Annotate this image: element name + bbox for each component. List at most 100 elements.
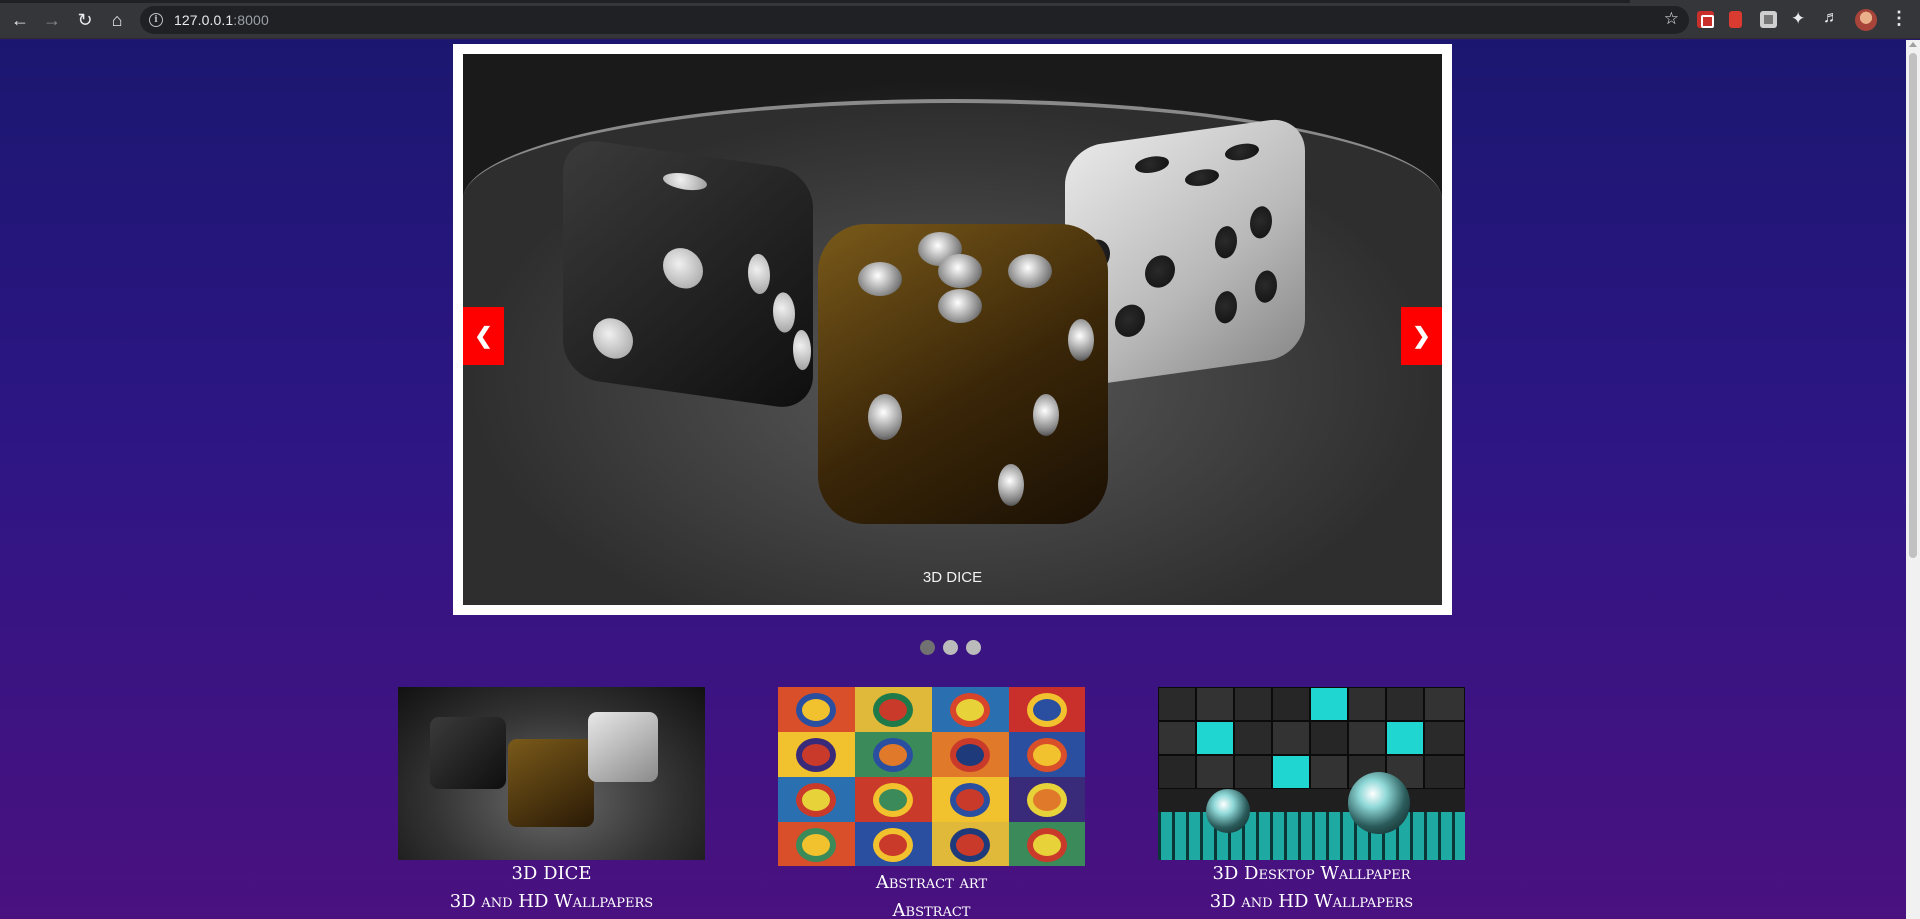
- cube-tile: [1310, 721, 1348, 755]
- tab-strip: [0, 0, 1630, 3]
- gallery-thumbnail-3d-desktop[interactable]: [1158, 687, 1465, 860]
- media-control-icon[interactable]: ♬: [1823, 9, 1840, 26]
- address-bar[interactable]: i 127.0.0.1:8000 ☆: [140, 6, 1689, 34]
- die-pip: [1135, 154, 1169, 176]
- puzzle-icon[interactable]: ✦: [1791, 9, 1808, 28]
- black-die-graphic: [563, 136, 813, 412]
- cube-tile: [1386, 721, 1424, 755]
- gallery-card[interactable]: 3D DICE 3D and HD Wallpapers: [398, 687, 705, 916]
- abstract-cell: [932, 687, 1009, 732]
- forward-arrow-icon[interactable]: →: [40, 8, 64, 32]
- gallery-title[interactable]: 3D DICE: [398, 860, 705, 888]
- gold-die-graphic: [818, 224, 1108, 524]
- gallery-thumbnail-abstract-art[interactable]: [778, 687, 1085, 866]
- abstract-ring: [796, 828, 836, 862]
- cube-tile: [1348, 687, 1386, 721]
- abstract-ring: [873, 693, 913, 727]
- slider-dot-3[interactable]: [966, 640, 981, 655]
- abstract-ring: [796, 783, 836, 817]
- cube-tile: [1310, 755, 1348, 789]
- abstract-ring: [1027, 738, 1067, 772]
- extension-bookmark-icon[interactable]: [1729, 11, 1742, 28]
- abstract-cell: [855, 687, 932, 732]
- abstract-cell: [1009, 687, 1085, 732]
- gallery-category[interactable]: Abstract: [778, 897, 1085, 919]
- gallery-thumbnail-3d-dice[interactable]: [398, 687, 705, 860]
- slider-next-button[interactable]: ❯: [1401, 307, 1442, 365]
- kebab-menu-icon[interactable]: ⋮: [1890, 8, 1908, 29]
- abstract-ring: [873, 828, 913, 862]
- cube-tile: [1386, 687, 1424, 721]
- abstract-cell: [1009, 732, 1085, 777]
- abstract-ring: [1027, 828, 1067, 862]
- extension-gray-icon[interactable]: [1760, 11, 1777, 28]
- die-pip: [748, 252, 770, 296]
- die-pip: [1033, 394, 1059, 436]
- home-icon[interactable]: ⌂: [105, 8, 129, 32]
- abstract-cell: [932, 732, 1009, 777]
- cyan-grid-floor: [1158, 812, 1465, 860]
- die-pip: [793, 328, 811, 372]
- cube-tile: [1424, 755, 1465, 789]
- die-pip: [1225, 141, 1259, 163]
- abstract-cell: [778, 822, 855, 866]
- cube-tile: [1272, 721, 1310, 755]
- bookmark-star-icon[interactable]: ☆: [1664, 9, 1679, 29]
- image-slider: ❮ ❯ 3D DICE: [453, 44, 1452, 615]
- abstract-cell: [1009, 822, 1085, 866]
- die-pip: [998, 464, 1024, 506]
- gallery-card[interactable]: Abstract art Abstract: [778, 687, 1085, 919]
- white-die-graphic: [588, 712, 658, 782]
- cube-tile: [1234, 755, 1272, 789]
- slider-dots: [920, 640, 981, 655]
- page-scrollbar[interactable]: [1906, 40, 1920, 919]
- slider-prev-button[interactable]: ❮: [463, 307, 504, 365]
- chrome-sphere-graphic: [1348, 772, 1410, 834]
- cube-tile: [1310, 687, 1348, 721]
- scroll-up-arrow-icon[interactable]: [1909, 42, 1917, 47]
- die-pip: [1215, 289, 1237, 325]
- reload-icon[interactable]: ↻: [73, 8, 97, 32]
- gallery-card[interactable]: 3D Desktop Wallpaper 3D and HD Wallpaper…: [1158, 687, 1465, 916]
- abstract-ring: [1027, 783, 1067, 817]
- die-pip: [1145, 253, 1175, 290]
- scrollbar-thumb[interactable]: [1909, 53, 1917, 558]
- browser-toolbar: ← → ↻ ⌂ i 127.0.0.1:8000 ☆ ✦ ♬ ⋮: [0, 0, 1920, 39]
- cube-tile: [1272, 755, 1310, 789]
- die-pip: [1068, 319, 1094, 361]
- site-info-icon[interactable]: i: [149, 13, 163, 27]
- abstract-ring: [950, 828, 990, 862]
- back-arrow-icon[interactable]: ←: [8, 8, 32, 32]
- profile-avatar[interactable]: [1855, 9, 1877, 31]
- die-pip: [593, 315, 633, 362]
- slider-dot-2[interactable]: [943, 640, 958, 655]
- abstract-cell: [778, 777, 855, 822]
- gallery-title[interactable]: 3D Desktop Wallpaper: [1158, 860, 1465, 888]
- cube-tile: [1158, 755, 1196, 789]
- slider-dot-1[interactable]: [920, 640, 935, 655]
- cube-tile: [1196, 687, 1234, 721]
- die-pip: [938, 289, 982, 323]
- die-pip: [1215, 224, 1237, 260]
- die-pip: [1255, 269, 1277, 305]
- abstract-cell: [855, 777, 932, 822]
- gallery-category[interactable]: 3D and HD Wallpapers: [1158, 888, 1465, 916]
- slide-caption: 3D DICE: [922, 569, 983, 586]
- abstract-ring: [873, 783, 913, 817]
- cube-tile: [1196, 755, 1234, 789]
- extension-red-icon[interactable]: [1697, 11, 1714, 28]
- cube-tile: [1234, 721, 1272, 755]
- abstract-ring: [950, 738, 990, 772]
- die-pip: [773, 290, 795, 335]
- abstract-cell: [855, 822, 932, 866]
- url-text[interactable]: 127.0.0.1:8000: [174, 12, 269, 28]
- abstract-cell: [932, 822, 1009, 866]
- cube-tile: [1234, 687, 1272, 721]
- url-port: :8000: [233, 12, 269, 28]
- cube-tile: [1424, 687, 1465, 721]
- gallery-category[interactable]: 3D and HD Wallpapers: [398, 888, 705, 916]
- gallery-title[interactable]: Abstract art: [778, 869, 1085, 897]
- abstract-cell: [855, 732, 932, 777]
- url-host: 127.0.0.1: [174, 12, 234, 28]
- abstract-cell: [778, 732, 855, 777]
